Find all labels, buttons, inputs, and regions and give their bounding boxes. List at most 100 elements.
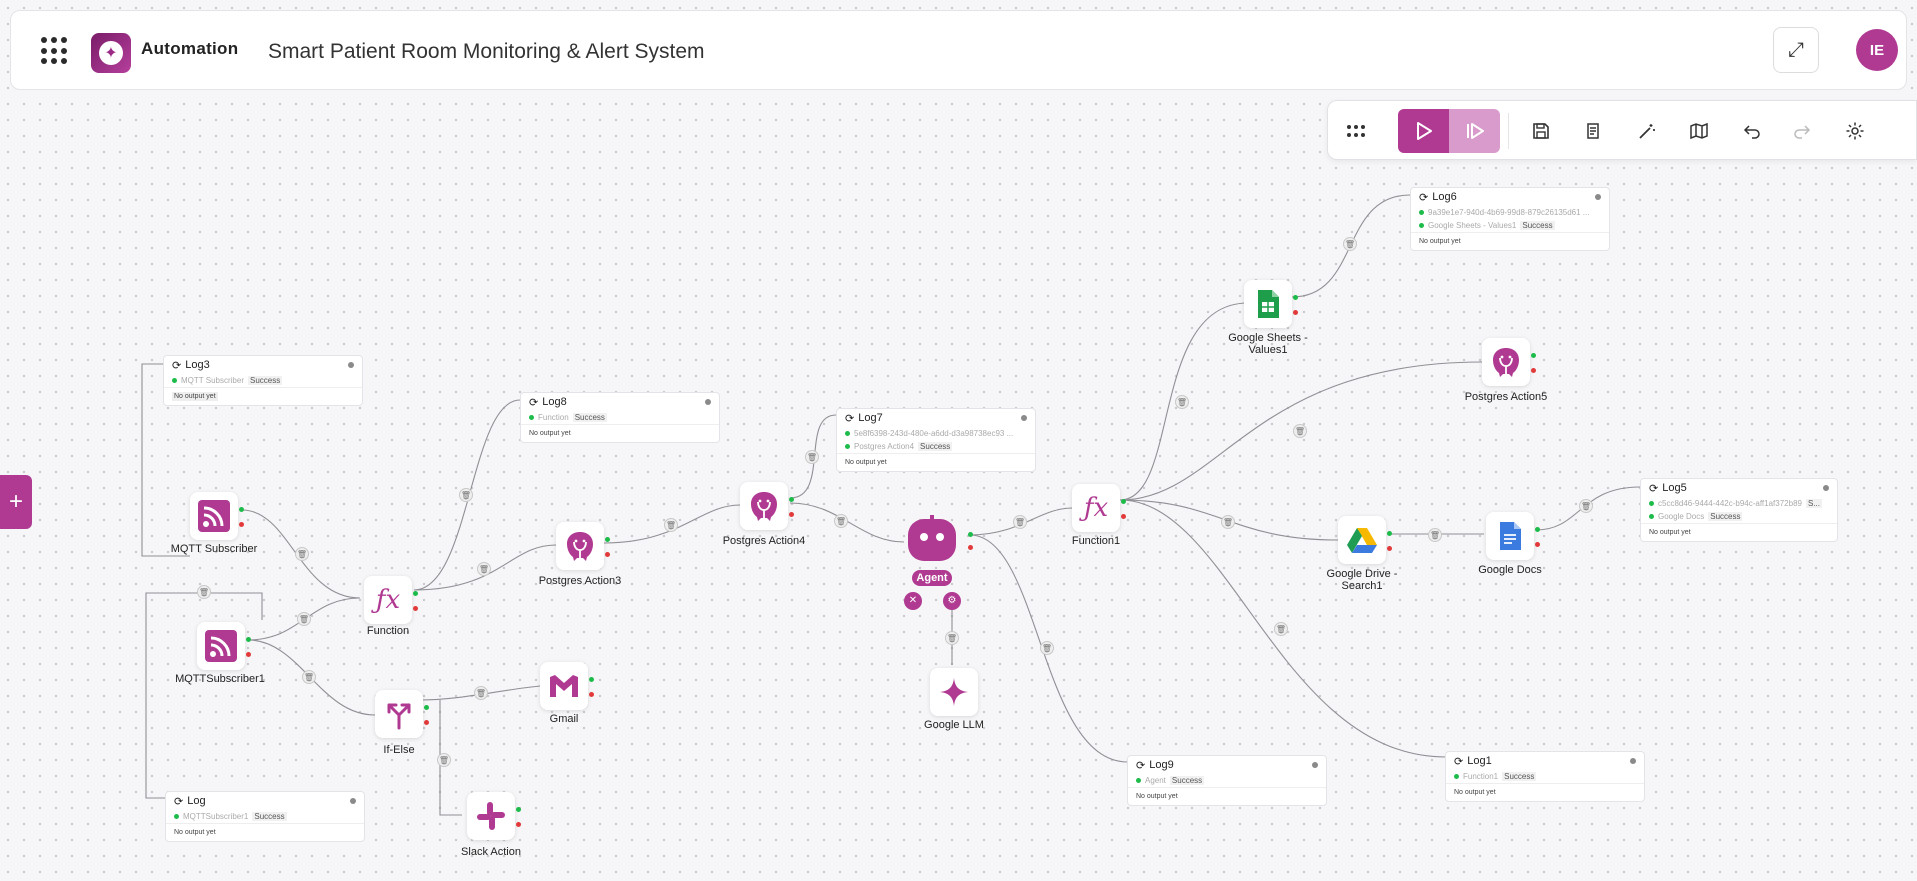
delete-edge-icon[interactable]: 🗑: [1579, 499, 1593, 513]
node-label: Google Drive - Search1: [1326, 568, 1398, 592]
delete-edge-icon[interactable]: 🗑: [302, 670, 316, 684]
google-drive-node[interactable]: [1338, 516, 1392, 564]
google-sheets-icon: [1258, 290, 1279, 318]
mqtt-subscriber1-node[interactable]: [197, 622, 251, 670]
function-node[interactable]: ƒx: [364, 576, 418, 624]
postgres-action4-node[interactable]: [740, 482, 794, 530]
log8-card[interactable]: ⟳ Log8 Function Success No output yet: [520, 392, 720, 443]
node-label: Postgres Action3: [538, 575, 622, 587]
log-card[interactable]: ⟳ Log MQTTSubscriber1 Success No output ye…: [165, 791, 365, 842]
delete-edge-icon[interactable]: 🗑: [1013, 515, 1027, 529]
apps-grid-icon[interactable]: [41, 37, 69, 65]
log-output: No output yet: [166, 823, 364, 841]
save-icon[interactable]: [1527, 117, 1555, 145]
map-icon[interactable]: [1685, 117, 1713, 145]
google-docs-icon: [1500, 522, 1521, 550]
log5-card[interactable]: ⟳ Log5 c5cc8d46-9444-442c-b94c-aff1af372b…: [1640, 478, 1838, 542]
avatar[interactable]: IE: [1856, 29, 1898, 71]
delete-edge-icon[interactable]: 🗑: [197, 585, 211, 599]
agent-node[interactable]: Agent: [904, 515, 960, 586]
magic-wand-icon[interactable]: [1633, 117, 1661, 145]
log3-card[interactable]: ⟳ Log3 MQTT Subscriber Success No output y…: [163, 355, 363, 406]
delete-edge-icon[interactable]: 🗑: [664, 518, 678, 532]
delete-edge-icon[interactable]: 🗑: [295, 547, 309, 561]
node-label: Slack Action: [461, 846, 521, 858]
canvas-toolbar: [1327, 100, 1917, 160]
delete-edge-icon[interactable]: 🗑: [437, 753, 451, 767]
log-id-suffix: S...: [1805, 499, 1822, 508]
google-sheets-node[interactable]: [1244, 280, 1298, 328]
log-id: 9a39e1e7-940d-4b69-99d8-879c26135d61 ...: [1428, 208, 1590, 217]
node-label: MQTTSubscriber1: [175, 673, 265, 685]
log-icon: ⟳: [1454, 755, 1464, 768]
redo-icon[interactable]: [1788, 117, 1816, 145]
log-source: Google Docs: [1658, 512, 1705, 521]
google-docs-node[interactable]: [1486, 512, 1540, 560]
expand-icon[interactable]: ⤢: [1773, 27, 1819, 73]
log-source: Postgres Action4: [854, 442, 915, 451]
log-title: Log6: [1432, 191, 1457, 203]
automation-logo: ✦: [91, 33, 131, 73]
postgres-elephant-icon: [751, 492, 777, 521]
delete-edge-icon[interactable]: 🗑: [1221, 515, 1235, 529]
postgres-elephant-icon: [567, 532, 593, 561]
log-status: Success: [252, 812, 287, 821]
delete-edge-icon[interactable]: 🗑: [945, 631, 959, 645]
postgres-action3-node[interactable]: [556, 522, 610, 570]
run-controls: [1398, 109, 1500, 153]
log-source: Function: [538, 413, 569, 422]
rss-icon: [205, 630, 237, 662]
brand-name: Automation: [141, 39, 239, 58]
workflow-title[interactable]: Smart Patient Room Monitoring & Alert Sy…: [268, 40, 705, 64]
log-status: Success: [1708, 512, 1743, 521]
delete-edge-icon[interactable]: 🗑: [474, 686, 488, 700]
log6-card[interactable]: ⟳ Log6 9a39e1e7-940d-4b69-99d8-879c26135d…: [1410, 187, 1610, 251]
function1-node[interactable]: ƒx: [1072, 484, 1126, 532]
delete-edge-icon[interactable]: 🗑: [477, 562, 491, 576]
log-icon: ⟳: [845, 412, 855, 425]
log1-card[interactable]: ⟳ Log1 Function1 Success No output yet: [1445, 751, 1645, 802]
delete-edge-icon[interactable]: 🗑: [805, 450, 819, 464]
log-id: c5cc8d46-9444-442c-b94c-aff1af372b89: [1658, 499, 1802, 508]
log-output: No output yet: [1641, 523, 1837, 541]
log-icon: ⟳: [1649, 482, 1659, 495]
slack-icon: [477, 802, 505, 830]
delete-edge-icon[interactable]: 🗑: [834, 514, 848, 528]
delete-edge-icon[interactable]: 🗑: [459, 488, 473, 502]
delete-edge-icon[interactable]: 🗑: [297, 612, 311, 626]
google-llm-node[interactable]: [930, 668, 978, 716]
add-node-button[interactable]: +: [0, 475, 32, 529]
delete-edge-icon[interactable]: 🗑: [1040, 641, 1054, 655]
node-label: Google Docs: [1478, 564, 1542, 576]
log9-card[interactable]: ⟳ Log9 Agent Success No output yet: [1127, 755, 1327, 806]
delete-edge-icon[interactable]: 🗑: [1175, 395, 1189, 409]
drag-handle-icon[interactable]: [1342, 117, 1370, 145]
log-source: MQTTSubscriber1: [183, 812, 249, 821]
slack-action-node[interactable]: [467, 792, 521, 840]
node-label: Function: [366, 625, 410, 637]
log-status: Success: [918, 442, 953, 451]
log-title: Log: [187, 795, 206, 807]
logs-icon[interactable]: [1580, 117, 1608, 145]
if-else-node[interactable]: [375, 690, 429, 738]
sparkle-icon: [940, 678, 968, 706]
delete-edge-icon[interactable]: 🗑: [1293, 424, 1307, 438]
run-button[interactable]: [1398, 109, 1449, 153]
delete-edge-icon[interactable]: 🗑: [1343, 237, 1357, 251]
step-run-button[interactable]: [1449, 109, 1500, 153]
delete-edge-icon[interactable]: 🗑: [1274, 622, 1288, 636]
agent-model-connector-icon[interactable]: ⚙: [943, 592, 961, 610]
log-id: 5e8f6398-243d-480e-a6dd-d3a98738ec93 ...: [854, 429, 1014, 438]
delete-edge-icon[interactable]: 🗑: [1428, 528, 1442, 542]
undo-icon[interactable]: [1738, 117, 1766, 145]
mqtt-subscriber-node[interactable]: [190, 492, 244, 540]
settings-gear-icon[interactable]: [1841, 117, 1869, 145]
node-label: Gmail: [549, 713, 579, 725]
agent-tool-connector-icon[interactable]: ✕: [904, 592, 922, 610]
log7-card[interactable]: ⟳ Log7 5e8f6398-243d-480e-a6dd-d3a98738ec…: [836, 408, 1036, 472]
top-header: ✦ Automation Smart Patient Room Monitori…: [10, 10, 1907, 90]
gmail-node[interactable]: [540, 662, 594, 710]
function-fx-icon: ƒx: [375, 585, 401, 615]
log-status: Success: [572, 413, 607, 422]
postgres-action5-node[interactable]: [1482, 338, 1536, 386]
